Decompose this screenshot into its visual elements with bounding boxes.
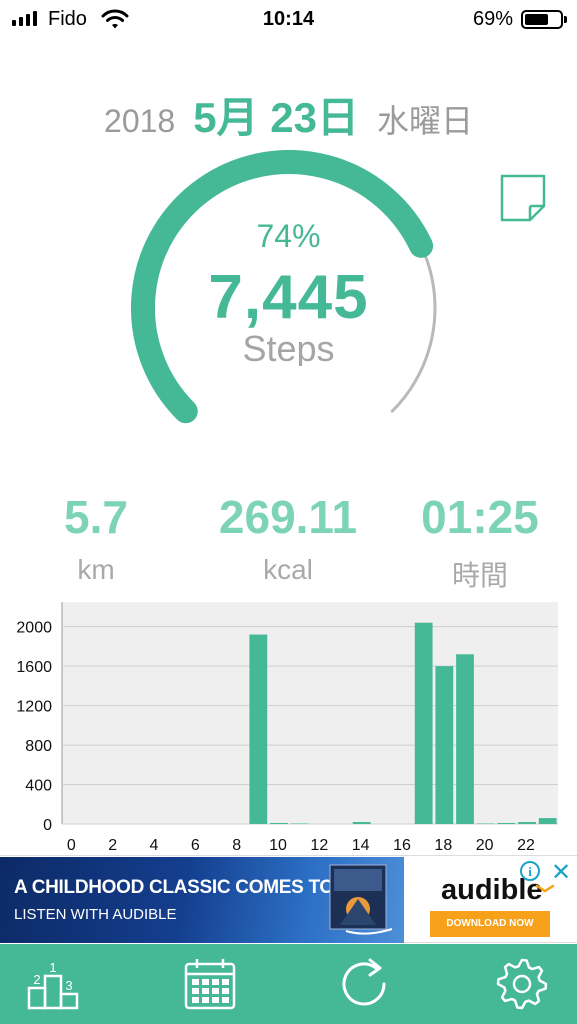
svg-text:3: 3 (65, 978, 72, 993)
plot-area (62, 602, 558, 824)
distance-unit: km (77, 554, 115, 585)
ad-close-icon[interactable]: ✕ (551, 858, 571, 887)
settings-icon[interactable] (492, 956, 552, 1012)
calories-unit: kcal (263, 554, 313, 585)
battery-percent: 69% (472, 8, 513, 30)
steps-label: Steps (242, 328, 335, 366)
bar-hour-23 (538, 818, 557, 824)
date-header[interactable]: 2018 5月 23日 水曜日 (0, 84, 577, 145)
stat-distance: 5.7 km (16, 490, 176, 586)
bar-hour-10 (270, 823, 288, 824)
duration-unit: 時間 (451, 560, 508, 591)
goal-percent: 74% (256, 218, 321, 254)
ranking-icon[interactable]: 2 1 3 (24, 956, 84, 1012)
x-tick-label: 12 (310, 837, 328, 854)
bar-hour-19 (456, 654, 474, 824)
y-tick-label: 1600 (16, 659, 52, 676)
book-cover-icon (329, 864, 393, 935)
stat-calories: 269.11 kcal (208, 490, 368, 586)
ad-subline: LISTEN WITH AUDIBLE (14, 906, 177, 923)
tab-bar: 2 1 3 (0, 944, 577, 1024)
y-tick-label: 0 (43, 817, 52, 834)
status-bar: Fido 10:14 69% (0, 0, 577, 40)
y-tick-label: 400 (25, 778, 52, 795)
date-month-day: 5月 23日 (193, 94, 359, 141)
stat-duration: 01:25 時間 (400, 490, 560, 594)
x-tick-label: 22 (517, 837, 535, 854)
memo-icon[interactable] (500, 174, 546, 222)
ad-banner[interactable]: A CHILDHOOD CLASSIC COMES TO LIFE LISTEN… (0, 855, 577, 943)
ad-headline: A CHILDHOOD CLASSIC COMES TO LIFE (14, 877, 379, 898)
x-tick-label: 10 (269, 837, 287, 854)
bar-hour-18 (435, 666, 454, 824)
x-tick-label: 0 (67, 837, 76, 854)
x-tick-label: 16 (393, 837, 411, 854)
svg-text:2: 2 (33, 972, 40, 987)
step-count: 7,445 (208, 263, 369, 332)
date-year: 2018 (104, 103, 176, 139)
date-weekday: 水曜日 (376, 103, 473, 139)
calories-value: 269.11 (218, 491, 358, 543)
bar-hour-9 (249, 634, 268, 824)
x-tick-label: 2 (108, 837, 117, 854)
bar-hour-21 (497, 823, 516, 824)
battery-icon (521, 10, 567, 29)
x-tick-label: 4 (150, 837, 159, 854)
bar-hour-14 (352, 822, 371, 824)
ad-image-panel[interactable]: A CHILDHOOD CLASSIC COMES TO LIFE LISTEN… (0, 857, 404, 943)
x-tick-label: 18 (434, 837, 452, 854)
ad-info-icon[interactable]: i (520, 861, 540, 881)
x-tick-label: 14 (352, 837, 370, 854)
y-tick-label: 800 (25, 738, 52, 755)
svg-text:1: 1 (49, 960, 56, 975)
calendar-icon[interactable] (180, 956, 240, 1012)
bar-hour-17 (414, 622, 433, 824)
duration-value: 01:25 (421, 491, 539, 543)
y-tick-label: 1200 (16, 699, 52, 716)
x-tick-label: 8 (232, 837, 241, 854)
ad-download-button[interactable]: DOWNLOAD NOW (430, 911, 550, 937)
y-tick-label: 2000 (16, 620, 52, 637)
bar-hour-22 (518, 822, 536, 824)
refresh-icon[interactable] (336, 956, 396, 1012)
distance-value: 5.7 (64, 491, 128, 543)
x-tick-label: 20 (476, 837, 494, 854)
hourly-steps-chart: 0 400 800 1200 1600 2000 0 2 4 6 8 10 12 14 16 18 20 22 (16, 602, 558, 854)
x-tick-label: 6 (191, 837, 200, 854)
